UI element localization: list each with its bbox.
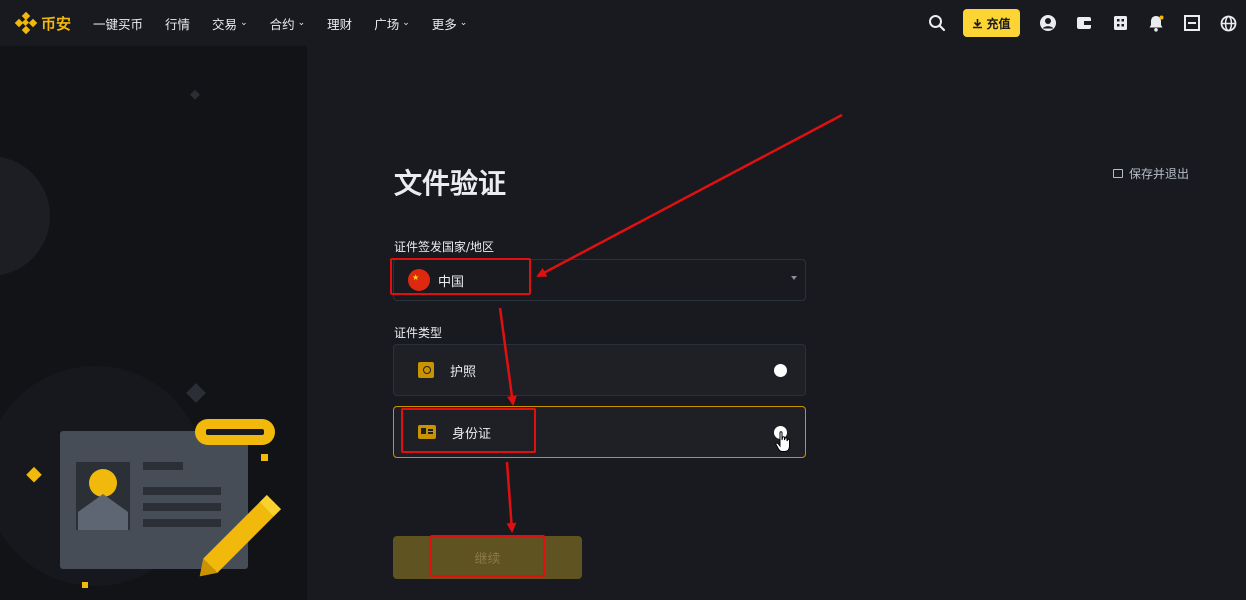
chevron-down-icon: ⌄ bbox=[459, 18, 468, 28]
chevron-down-icon bbox=[791, 276, 797, 280]
chevron-down-icon: ⌄ bbox=[297, 18, 306, 28]
page-title: 文件验证 bbox=[394, 167, 507, 200]
logo-text: 币安 bbox=[41, 14, 72, 33]
logo[interactable]: 币安 bbox=[14, 11, 72, 35]
save-and-exit-link[interactable]: 保存并退出 bbox=[1113, 165, 1189, 182]
top-nav: 币安 一键买币 行情 交易 ⌄ 合约 ⌄ 理财 广场 ⌄ 更多 ⌄ 充值 bbox=[0, 0, 1246, 46]
nav-item-label: 合约 bbox=[269, 16, 295, 32]
nav-right: 充值 bbox=[919, 0, 1246, 46]
passport-icon bbox=[418, 362, 434, 378]
nav-item-label: 理财 bbox=[327, 16, 353, 32]
annotation-arrow bbox=[536, 113, 843, 278]
illustration-panel bbox=[0, 46, 307, 600]
id-verification-illustration bbox=[0, 89, 281, 588]
annotation-arrow bbox=[505, 461, 517, 533]
deposit-button[interactable]: 充值 bbox=[963, 9, 1020, 37]
document-type-label: 证件类型 bbox=[394, 326, 443, 340]
bell-icon[interactable] bbox=[1138, 0, 1174, 46]
orders-icon[interactable] bbox=[1102, 0, 1138, 46]
nav-item-trade[interactable]: 交易 ⌄ bbox=[212, 14, 248, 33]
globe-icon[interactable] bbox=[1210, 0, 1246, 46]
save-and-exit-label: 保存并退出 bbox=[1129, 167, 1190, 181]
nav-item-square[interactable]: 广场 ⌄ bbox=[374, 14, 410, 33]
hand-cursor-icon bbox=[775, 431, 790, 452]
annotation-box-country bbox=[390, 258, 531, 295]
deposit-label: 充值 bbox=[986, 16, 1011, 31]
nav-item-markets[interactable]: 行情 bbox=[165, 14, 190, 33]
nav-menu: 一键买币 行情 交易 ⌄ 合约 ⌄ 理财 广场 ⌄ 更多 ⌄ bbox=[93, 14, 489, 33]
search-icon[interactable] bbox=[919, 0, 955, 46]
binance-logo-icon bbox=[14, 11, 38, 35]
doc-option-label: 护照 bbox=[450, 364, 477, 380]
nav-item-futures[interactable]: 合约 ⌄ bbox=[270, 14, 306, 33]
wallet-icon[interactable] bbox=[1066, 0, 1102, 46]
nav-item-label: 更多 bbox=[431, 16, 457, 32]
annotation-box-continue bbox=[430, 535, 545, 577]
chevron-down-icon: ⌄ bbox=[402, 18, 410, 28]
save-icon bbox=[1113, 169, 1123, 178]
nav-item-label: 交易 bbox=[212, 16, 238, 32]
nav-item-label: 一键买币 bbox=[93, 16, 144, 32]
chevron-down-icon: ⌄ bbox=[240, 18, 248, 28]
nav-item-label: 广场 bbox=[374, 16, 400, 32]
passport-radio[interactable] bbox=[774, 364, 787, 377]
country-field-label: 证件签发国家/地区 bbox=[394, 240, 495, 254]
user-icon[interactable] bbox=[1030, 0, 1066, 46]
nav-item-buy-crypto[interactable]: 一键买币 bbox=[93, 14, 143, 33]
qr-icon[interactable] bbox=[1174, 0, 1210, 46]
nav-item-more[interactable]: 更多 ⌄ bbox=[432, 14, 468, 33]
nav-item-earn[interactable]: 理财 bbox=[327, 14, 352, 33]
annotation-box-id-card bbox=[401, 408, 536, 453]
nav-item-label: 行情 bbox=[165, 16, 191, 32]
download-icon bbox=[973, 18, 983, 28]
doc-option-passport[interactable]: 护照 bbox=[393, 344, 806, 396]
